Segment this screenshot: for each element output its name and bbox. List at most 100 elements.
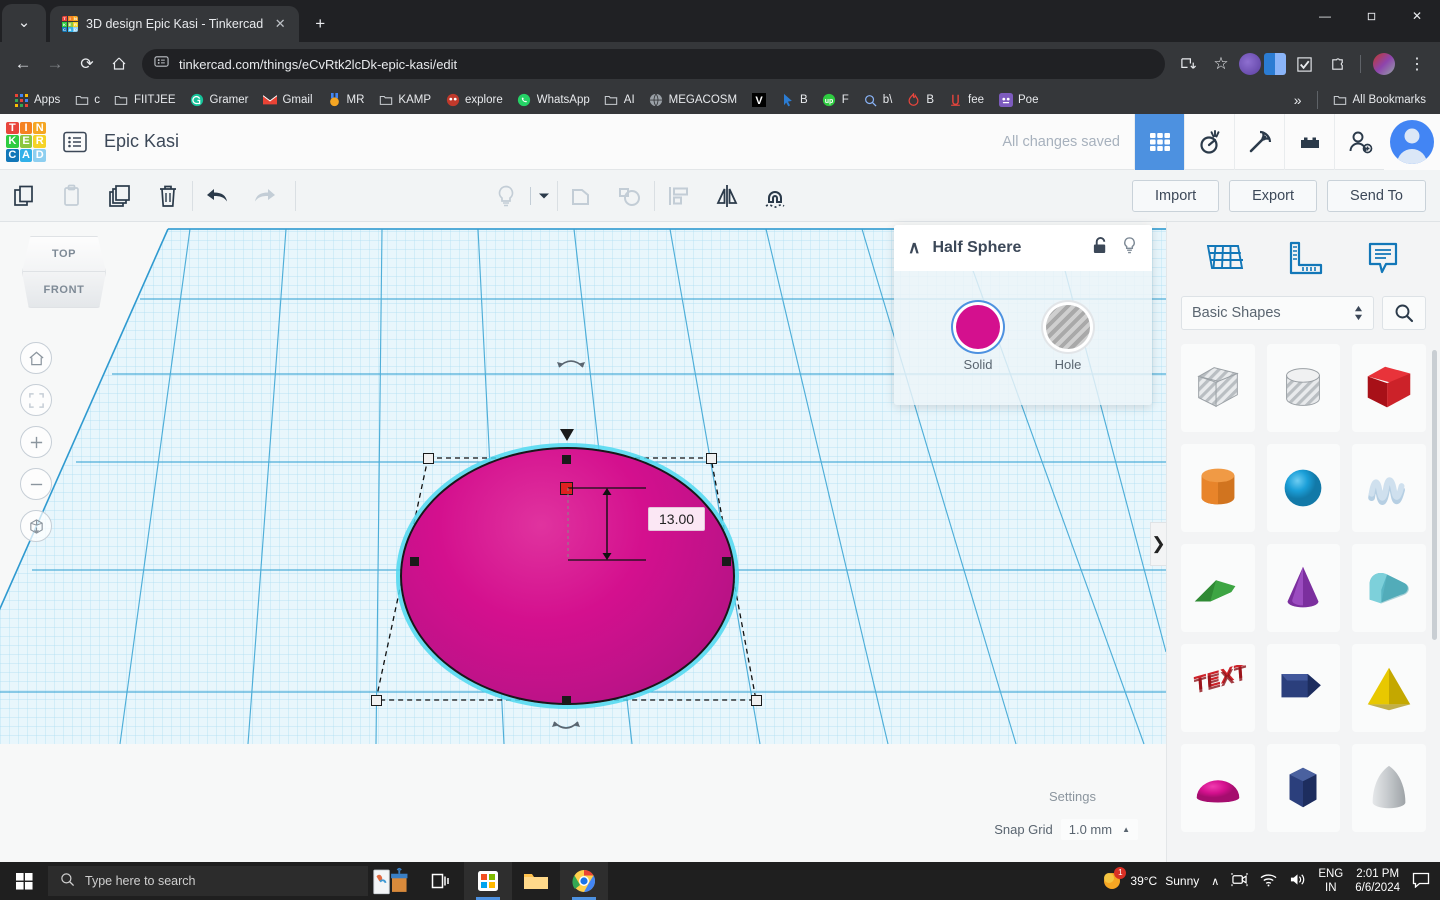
dimension-label[interactable]: 13.00 (648, 507, 706, 531)
shape-cell-cone[interactable] (1266, 544, 1341, 632)
bookmark-item[interactable]: explore (439, 90, 509, 111)
resize-handle-bottom-mid[interactable] (562, 696, 571, 705)
extension-purple-icon[interactable] (1239, 53, 1261, 75)
profile-avatar[interactable] (1369, 49, 1399, 79)
wifi-icon[interactable] (1260, 873, 1277, 890)
bookmark-item[interactable]: fee (942, 90, 990, 111)
bookmark-item[interactable]: Gmail (256, 90, 318, 111)
menu-icon[interactable] (62, 131, 88, 153)
new-tab-button[interactable]: + (305, 9, 335, 39)
chrome-button[interactable] (560, 862, 608, 900)
chevron-down-icon[interactable] (531, 170, 557, 222)
extension-puzzle-icon[interactable] (1322, 49, 1352, 79)
reload-icon[interactable]: ⟳ (72, 49, 102, 79)
unlock-icon[interactable] (1092, 236, 1109, 260)
shape-cell-box-hole[interactable] (1181, 344, 1255, 432)
shape-cell-polygon[interactable] (1266, 744, 1341, 832)
bookmark-item[interactable]: Apps (8, 90, 66, 111)
taskbar-search[interactable]: Type here to search (48, 866, 368, 896)
notification-icon[interactable] (1412, 872, 1430, 891)
mirror-button[interactable] (703, 170, 751, 222)
task-view-button[interactable] (416, 862, 464, 900)
bookmark-item[interactable]: Gramer (184, 90, 255, 111)
copy-button[interactable] (0, 170, 48, 222)
export-button[interactable]: Export (1229, 179, 1318, 212)
bookmark-item[interactable]: c (68, 90, 106, 111)
language-indicator[interactable]: ENG IN (1318, 867, 1343, 895)
shape-cell-wedge[interactable] (1181, 544, 1255, 632)
tab-search-button[interactable]: ⌄ (2, 4, 46, 42)
speaker-icon[interactable] (1289, 872, 1306, 890)
page-title[interactable]: Epic Kasi (104, 131, 179, 152)
start-button[interactable] (0, 862, 48, 900)
home-view-button[interactable] (20, 342, 52, 374)
camera-icon[interactable] (1231, 872, 1248, 890)
height-cone-handle[interactable] (560, 429, 574, 441)
shape-cell-arrow[interactable] (1266, 644, 1341, 732)
bookmark-item[interactable]: B (774, 90, 814, 111)
install-icon[interactable] (1173, 49, 1203, 79)
microsoft-store-button[interactable] (464, 862, 512, 900)
restore-button[interactable] (1348, 0, 1394, 32)
fit-to-view-button[interactable] (20, 384, 52, 416)
bookmark-item[interactable]: FIITJEE (108, 90, 182, 111)
weather-widget[interactable]: 1 39°C Sunny (1102, 866, 1199, 893)
resize-handle-left-mid[interactable] (410, 557, 419, 566)
user-avatar[interactable] (1384, 113, 1440, 170)
redo-button[interactable] (241, 170, 289, 222)
undo-button[interactable] (193, 170, 241, 222)
bookmark-item[interactable]: V (745, 90, 772, 111)
ungroup-button[interactable] (606, 170, 654, 222)
view-cube-front[interactable]: FRONT (22, 272, 106, 308)
align-button[interactable] (655, 170, 703, 222)
shape-cell-pyramid[interactable] (1352, 644, 1426, 732)
bookmark-item[interactable]: MR (321, 90, 371, 111)
bookmarks-overflow-button[interactable]: » (1288, 89, 1308, 111)
shape-cell-cylinder[interactable] (1181, 444, 1255, 532)
bookmark-item[interactable]: KAMP (372, 90, 437, 111)
blocks-button[interactable] (1284, 113, 1334, 170)
selected-object-group[interactable]: 13.00 (370, 360, 770, 732)
resize-handle-top-left[interactable] (423, 453, 434, 464)
resize-handle-bottom-right[interactable] (751, 695, 762, 706)
group-button[interactable] (558, 170, 606, 222)
back-icon[interactable]: ← (8, 49, 38, 79)
minecraft-button[interactable] (1234, 113, 1284, 170)
shape-cell-scribble[interactable] (1352, 444, 1426, 532)
clock[interactable]: 2:01 PM 6/6/2024 (1355, 867, 1400, 895)
resize-handle-bottom-left[interactable] (371, 695, 382, 706)
chrome-menu-icon[interactable]: ⋮ (1402, 49, 1432, 79)
extension-check-icon[interactable] (1289, 49, 1319, 79)
solid-swatch[interactable] (956, 304, 1000, 349)
rotate-handle-top[interactable] (555, 354, 587, 377)
view-cube[interactable]: TOP FRONT (22, 236, 106, 308)
canvas-settings-button[interactable]: Settings (1037, 785, 1108, 808)
collapse-panel-button[interactable]: ❯ (1150, 522, 1166, 566)
hole-swatch[interactable] (1046, 304, 1090, 349)
grid-view-button[interactable] (1134, 113, 1184, 170)
bookmark-item[interactable]: AI (598, 90, 641, 111)
notes-tool-button[interactable] (1360, 236, 1406, 282)
minimize-button[interactable]: — (1302, 0, 1348, 32)
view-cube-top[interactable]: TOP (22, 236, 106, 272)
perspective-toggle-button[interactable] (20, 510, 52, 542)
sidebar-scrollbar[interactable] (1432, 350, 1437, 640)
resize-handle-top-mid[interactable] (562, 455, 571, 464)
bookmark-item[interactable]: MEGACOSM (643, 90, 743, 111)
bookmark-item[interactable]: WhatsApp (511, 90, 596, 111)
ruler-tool-button[interactable] (1281, 236, 1327, 282)
forward-icon[interactable]: → (40, 49, 70, 79)
zoom-in-button[interactable] (20, 426, 52, 458)
delete-button[interactable] (144, 170, 192, 222)
search-button[interactable] (1382, 296, 1426, 330)
zoom-out-button[interactable] (20, 468, 52, 500)
resize-handle-right-mid[interactable] (722, 557, 731, 566)
shape-cell-sphere[interactable] (1266, 444, 1341, 532)
shape-cell-box[interactable] (1352, 344, 1426, 432)
bookmark-item[interactable]: B (900, 90, 940, 111)
tray-expand-icon[interactable]: ∧ (1211, 875, 1219, 888)
shape-cell-cylinder-hole[interactable] (1266, 344, 1341, 432)
duplicate-button[interactable] (96, 170, 144, 222)
send-to-button[interactable]: Send To (1327, 179, 1426, 212)
bookmark-item[interactable]: b\ (857, 90, 899, 111)
